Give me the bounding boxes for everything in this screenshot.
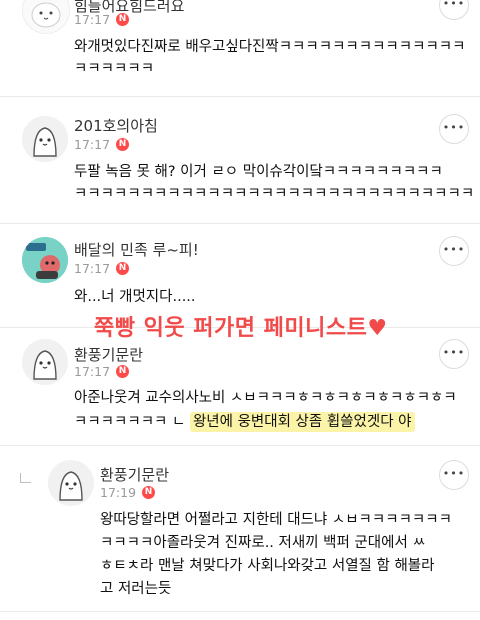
avatar[interactable] — [22, 0, 70, 34]
comment-meta: 17:17 N — [74, 137, 130, 152]
baemin-character-icon — [22, 237, 68, 283]
new-badge: N — [116, 262, 130, 275]
more-options-button[interactable]: ••• — [439, 460, 469, 490]
reply-indicator-icon — [20, 473, 31, 483]
new-badge: N — [116, 365, 130, 378]
comment-username[interactable]: 201호의아침 — [74, 115, 158, 136]
comment-time: 17:17 — [74, 137, 111, 152]
avatar[interactable] — [22, 237, 68, 283]
comment-text-line-1: 와...너 개멋지다..... — [74, 289, 196, 305]
more-options-button[interactable]: ••• — [439, 236, 469, 266]
comment-time: 17:17 — [74, 12, 111, 27]
divider — [0, 96, 480, 97]
divider — [0, 223, 480, 224]
comment-time: 17:17 — [74, 261, 111, 276]
more-options-button[interactable]: ••• — [439, 339, 469, 369]
overlay-caption: 쭉빵 익웃 퍼가면 페미니스트♥ — [94, 316, 388, 341]
comment-text-line-2: ㅋㅋㅋㅋㅋㅋㅋ ㄴ 왕년에 웅변대회 상좀 휩쓸었겟다 야 — [74, 411, 415, 433]
comment-meta: 17:19 N — [100, 485, 156, 500]
comment-time: 17:19 — [100, 485, 137, 500]
comment-text-plain: ㅋㅋㅋㅋㅋㅋㅋ ㄴ — [74, 414, 186, 430]
comment-time: 17:17 — [74, 364, 111, 379]
comment-username[interactable]: 환풍기문란 — [74, 344, 143, 365]
avatar[interactable] — [22, 116, 68, 162]
comment-meta: 17:17 N — [74, 12, 130, 27]
comment-username[interactable]: 환풍기문란 — [100, 464, 169, 485]
default-profile-icon — [22, 339, 68, 385]
comment-text-line-2: ㅋㅋㅋㅋㅋㅋ — [74, 61, 155, 77]
comment-text-line-1: 아준나웃겨 교수의사노비 ㅅㅂㅋㅋㅋㅎㅋㅎㅋㅎㅋㅎㅋㅎㅋㅎㅋ — [74, 390, 457, 406]
highlighted-text: 왕년에 웅변대회 상좀 휩쓸었겟다 야 — [189, 412, 415, 432]
new-badge: N — [116, 138, 130, 151]
comment-username[interactable]: 배달의 민족 루~피! — [74, 239, 199, 260]
comment-text-line-1: 왕따당할라면 어쩔라고 지한테 대드냐 ㅅㅂㅋㅋㅋㅋㅋㅋㅋ — [100, 512, 452, 528]
comment-text-line-2: ㅋㅋㅋㅋㅋㅋㅋㅋㅋㅋㅋㅋㅋㅋㅋㅋㅋㅋㅋㅋㅋㅋㅋㅋㅋㅋㅋㅋㅋㅋ — [74, 186, 475, 202]
bunny-avatar-icon — [31, 2, 61, 28]
avatar[interactable] — [22, 339, 68, 385]
avatar[interactable] — [48, 460, 94, 506]
comment-text-line-2: ㅋㅋㅋㅋ아졸라웃겨 진짜로.. 저새끼 백퍼 군대에서 ㅆ — [100, 535, 426, 551]
default-profile-icon — [22, 116, 68, 162]
comment-meta: 17:17 N — [74, 261, 130, 276]
new-badge: N — [142, 486, 156, 499]
more-options-button[interactable]: ••• — [439, 114, 469, 144]
divider — [0, 611, 480, 612]
default-profile-icon — [48, 460, 94, 506]
comment-text-line-1: 두팔 녹음 못 해? 이거 ㄹㅇ 막이슈각이닼ㅋㅋㅋㅋㅋㅋㅋㅋㅋ — [74, 164, 443, 180]
more-options-button[interactable]: ••• — [439, 0, 469, 20]
comment-text-line-4: 고 저러는듯 — [100, 581, 172, 597]
comment-meta: 17:17 N — [74, 364, 130, 379]
divider — [0, 445, 480, 446]
comment-text-line-3: ㅎㅌㅊ라 맨날 쳐맞다가 사회나와갖고 서열질 함 해볼라 — [100, 558, 435, 574]
comment-text-line-1: 와개멋있다진짜로 배우고싶다진짝ㅋㅋㅋㅋㅋㅋㅋㅋㅋㅋㅋㅋㅋㅋ — [74, 39, 466, 55]
new-badge: N — [116, 13, 130, 26]
